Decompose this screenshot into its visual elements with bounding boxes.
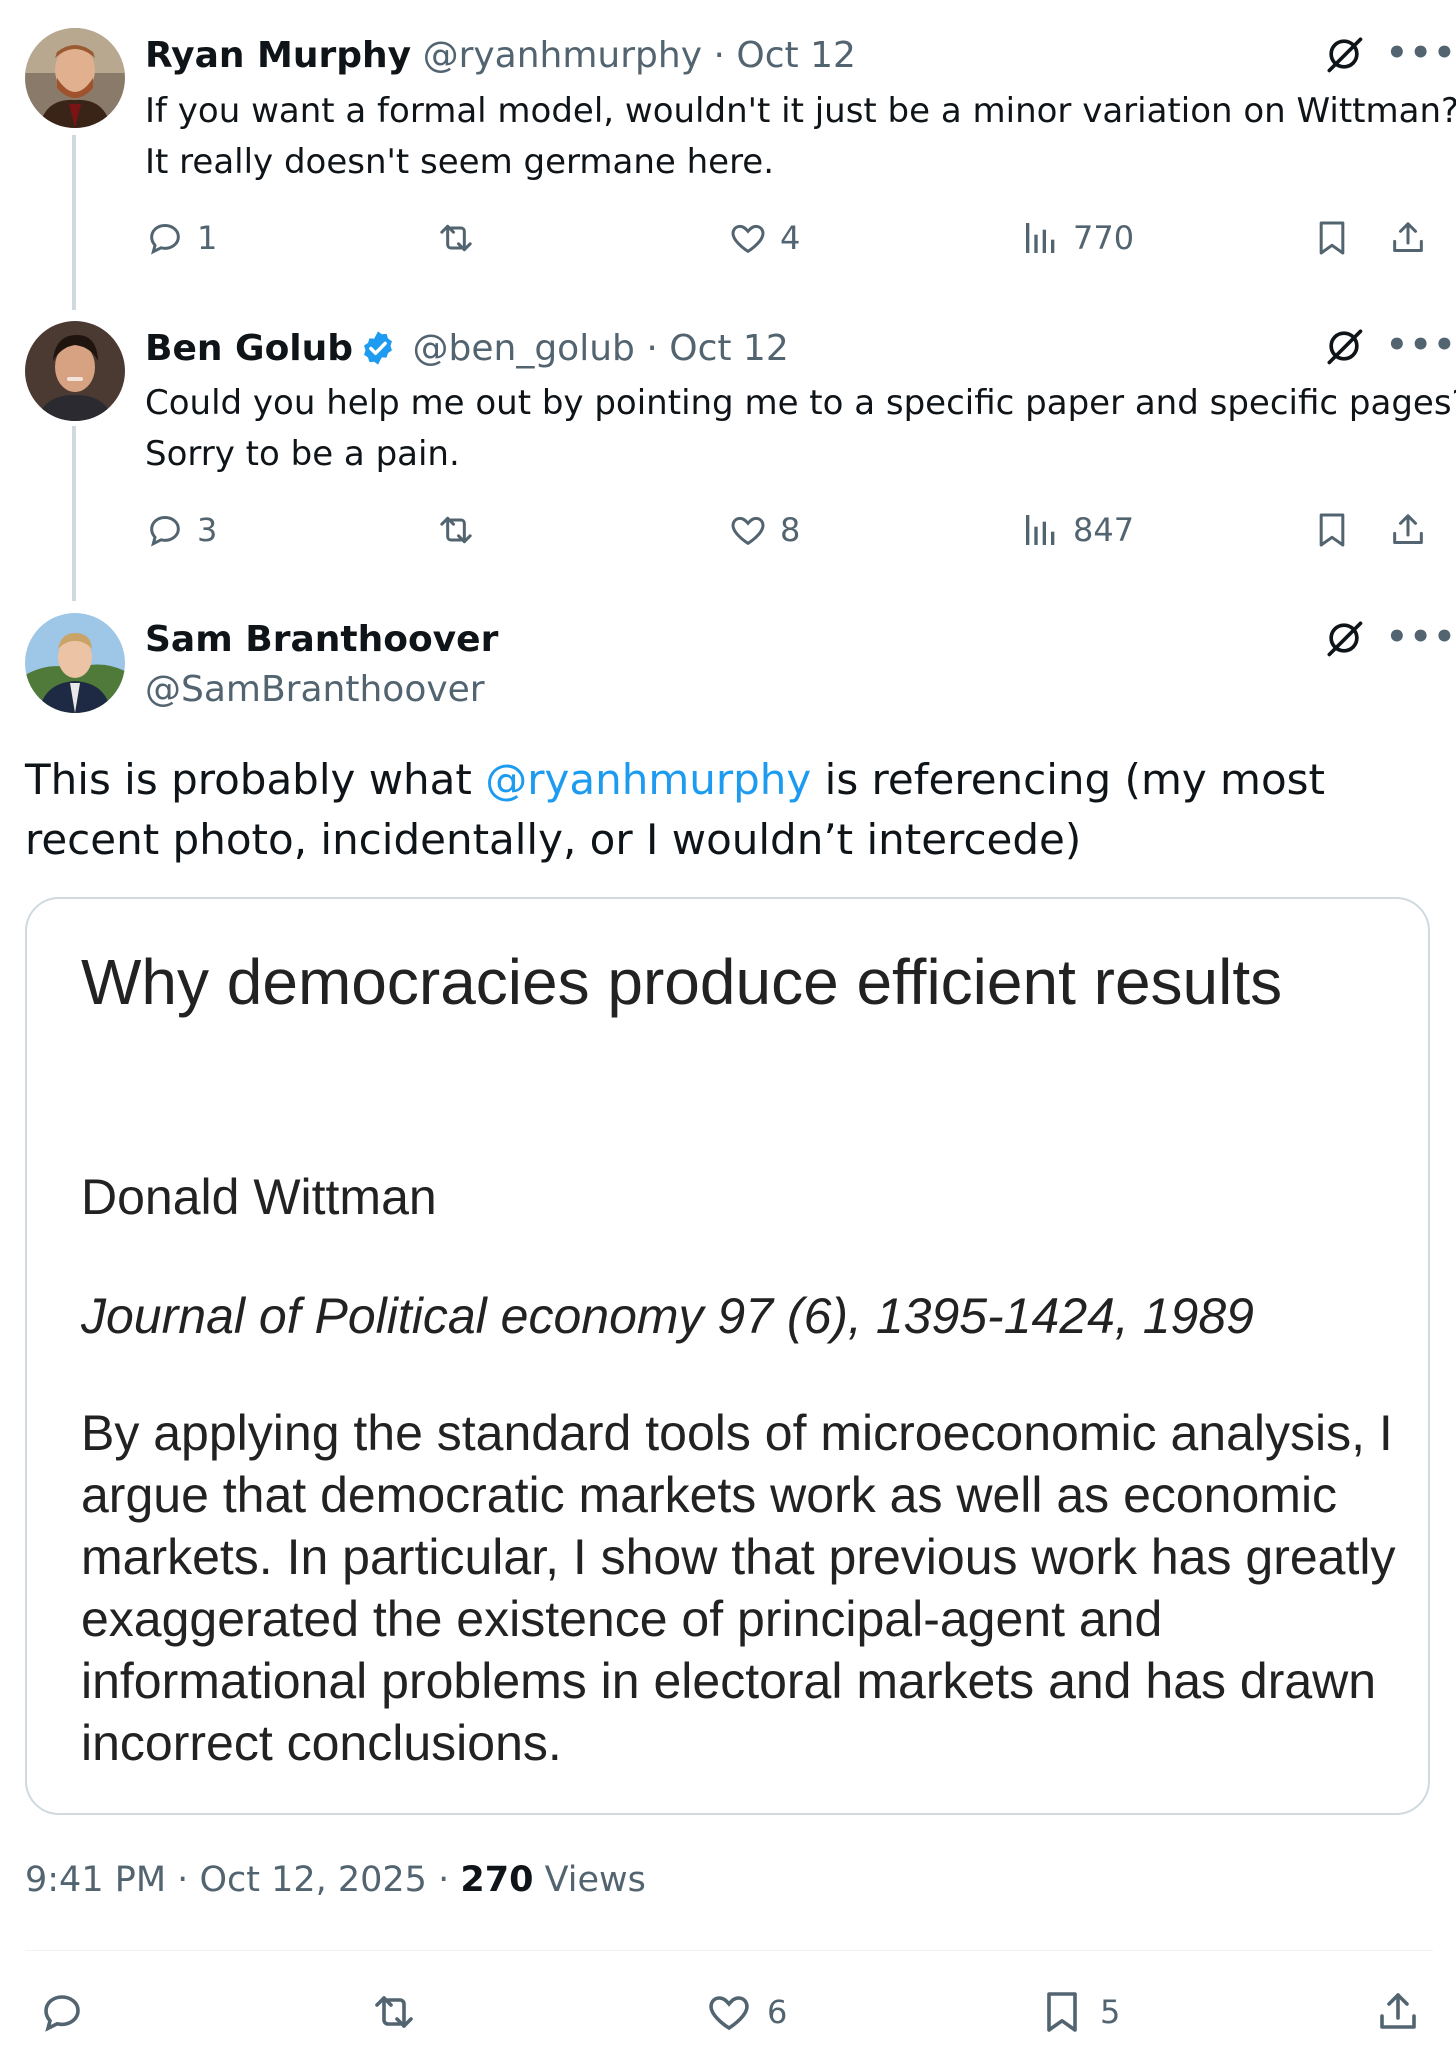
share-icon bbox=[1374, 1988, 1422, 2036]
verified-badge-icon bbox=[364, 331, 392, 365]
like-icon bbox=[705, 1988, 753, 2036]
tweet-text: This is probably what @ryanhmurphy is re… bbox=[25, 750, 1435, 870]
reply-count: 1 bbox=[197, 219, 218, 257]
paper-journal: Journal of Political economy 97 (6), 139… bbox=[81, 1288, 1254, 1344]
separator-dot: · bbox=[646, 328, 658, 369]
reply-icon bbox=[38, 1988, 86, 2036]
more-icon[interactable]: ••• bbox=[1386, 328, 1456, 362]
bookmark-count: 5 bbox=[1100, 1993, 1121, 2031]
tweet-date[interactable]: Oct 12 bbox=[669, 328, 789, 369]
tweet-timestamp: 9:41 PM · Oct 12, 2025 · 270 Views bbox=[25, 1858, 646, 1902]
bookmark-icon bbox=[1312, 218, 1352, 258]
more-icon[interactable]: ••• bbox=[1386, 36, 1456, 70]
paper-title: Why democracies produce efficient result… bbox=[81, 946, 1283, 1018]
retweet-button[interactable] bbox=[436, 218, 488, 258]
reply-header: Ryan Murphy @ryanhmurphy · Oct 12 bbox=[145, 34, 856, 78]
like-icon bbox=[728, 510, 768, 550]
bookmark-button[interactable]: 5 bbox=[1038, 1988, 1120, 2036]
like-button[interactable]: 8 bbox=[728, 510, 800, 550]
bookmark-button[interactable] bbox=[1312, 510, 1364, 550]
thread-connector bbox=[72, 135, 76, 310]
mention-link[interactable]: @ryanhmurphy bbox=[485, 755, 811, 804]
author-name[interactable]: Ryan Murphy bbox=[145, 35, 411, 76]
bookmark-button[interactable] bbox=[1312, 218, 1364, 258]
like-button[interactable]: 4 bbox=[728, 218, 800, 258]
views-count: 770 bbox=[1073, 219, 1135, 257]
tweet-date[interactable]: Oct 12 bbox=[736, 35, 856, 76]
views-label: Views bbox=[544, 1860, 646, 1900]
avatar[interactable] bbox=[25, 613, 125, 713]
like-count: 4 bbox=[780, 219, 801, 257]
retweet-icon bbox=[436, 218, 476, 258]
like-icon bbox=[728, 218, 768, 258]
retweet-button[interactable] bbox=[436, 510, 488, 550]
like-count: 6 bbox=[767, 1993, 788, 2031]
views-button[interactable]: 770 bbox=[1021, 218, 1134, 258]
like-button[interactable]: 6 bbox=[705, 1988, 787, 2036]
views-button[interactable]: 847 bbox=[1021, 510, 1134, 550]
reply-icon bbox=[145, 510, 185, 550]
tweet-date[interactable]: Oct 12, 2025 bbox=[199, 1860, 427, 1900]
author-name[interactable]: Ben Golub bbox=[145, 328, 353, 369]
retweet-button[interactable] bbox=[370, 1988, 432, 2036]
reply-count: 3 bbox=[197, 511, 218, 549]
share-button[interactable] bbox=[1388, 218, 1440, 258]
avatar[interactable] bbox=[25, 321, 125, 421]
views-icon bbox=[1021, 218, 1061, 258]
author-handle[interactable]: @ben_golub bbox=[413, 328, 635, 369]
reply-text-line: It really doesn't seem germane here. bbox=[145, 142, 775, 182]
grok-icon[interactable] bbox=[1322, 616, 1366, 660]
reply-icon bbox=[145, 218, 185, 258]
like-count: 8 bbox=[780, 511, 801, 549]
tweet-time[interactable]: 9:41 PM bbox=[25, 1860, 166, 1900]
reply-button[interactable]: 3 bbox=[145, 510, 217, 550]
reply-text-line: If you want a formal model, wouldn't it … bbox=[145, 91, 1456, 131]
grok-icon[interactable] bbox=[1322, 324, 1366, 368]
author-handle[interactable]: @SamBranthoover bbox=[145, 668, 485, 712]
bookmark-icon bbox=[1312, 510, 1352, 550]
tweet-text-part: This is probably what bbox=[25, 755, 486, 804]
reply-text-line: Sorry to be a pain. bbox=[145, 434, 460, 474]
divider bbox=[25, 1950, 1433, 1951]
share-icon bbox=[1388, 218, 1428, 258]
paper-author: Donald Wittman bbox=[81, 1169, 437, 1225]
share-icon bbox=[1388, 510, 1428, 550]
paper-abstract: By applying the standard tools of microe… bbox=[81, 1405, 1396, 1771]
more-icon[interactable]: ••• bbox=[1386, 620, 1456, 654]
separator-dot: · bbox=[438, 1860, 450, 1900]
reply-button[interactable] bbox=[38, 1988, 100, 2036]
attached-image[interactable]: Why democracies produce efficient result… bbox=[25, 897, 1430, 1815]
reply-text-line: Could you help me out by pointing me to … bbox=[145, 383, 1456, 423]
views-count: 847 bbox=[1073, 511, 1135, 549]
reply-button[interactable]: 1 bbox=[145, 218, 217, 258]
views-icon bbox=[1021, 510, 1061, 550]
share-button[interactable] bbox=[1374, 1988, 1436, 2036]
avatar[interactable] bbox=[25, 28, 125, 128]
separator-dot: · bbox=[177, 1860, 189, 1900]
grok-icon[interactable] bbox=[1322, 32, 1366, 76]
author-name[interactable]: Sam Branthoover bbox=[145, 618, 498, 662]
share-button[interactable] bbox=[1388, 510, 1440, 550]
views-count: 270 bbox=[460, 1860, 534, 1900]
retweet-icon bbox=[370, 1988, 418, 2036]
separator-dot: · bbox=[713, 35, 725, 76]
bookmark-icon bbox=[1038, 1988, 1086, 2036]
author-handle[interactable]: @ryanhmurphy bbox=[423, 35, 702, 76]
reply-header: Ben Golub @ben_golub · Oct 12 bbox=[145, 327, 789, 371]
retweet-icon bbox=[436, 510, 476, 550]
thread-connector bbox=[72, 426, 76, 601]
